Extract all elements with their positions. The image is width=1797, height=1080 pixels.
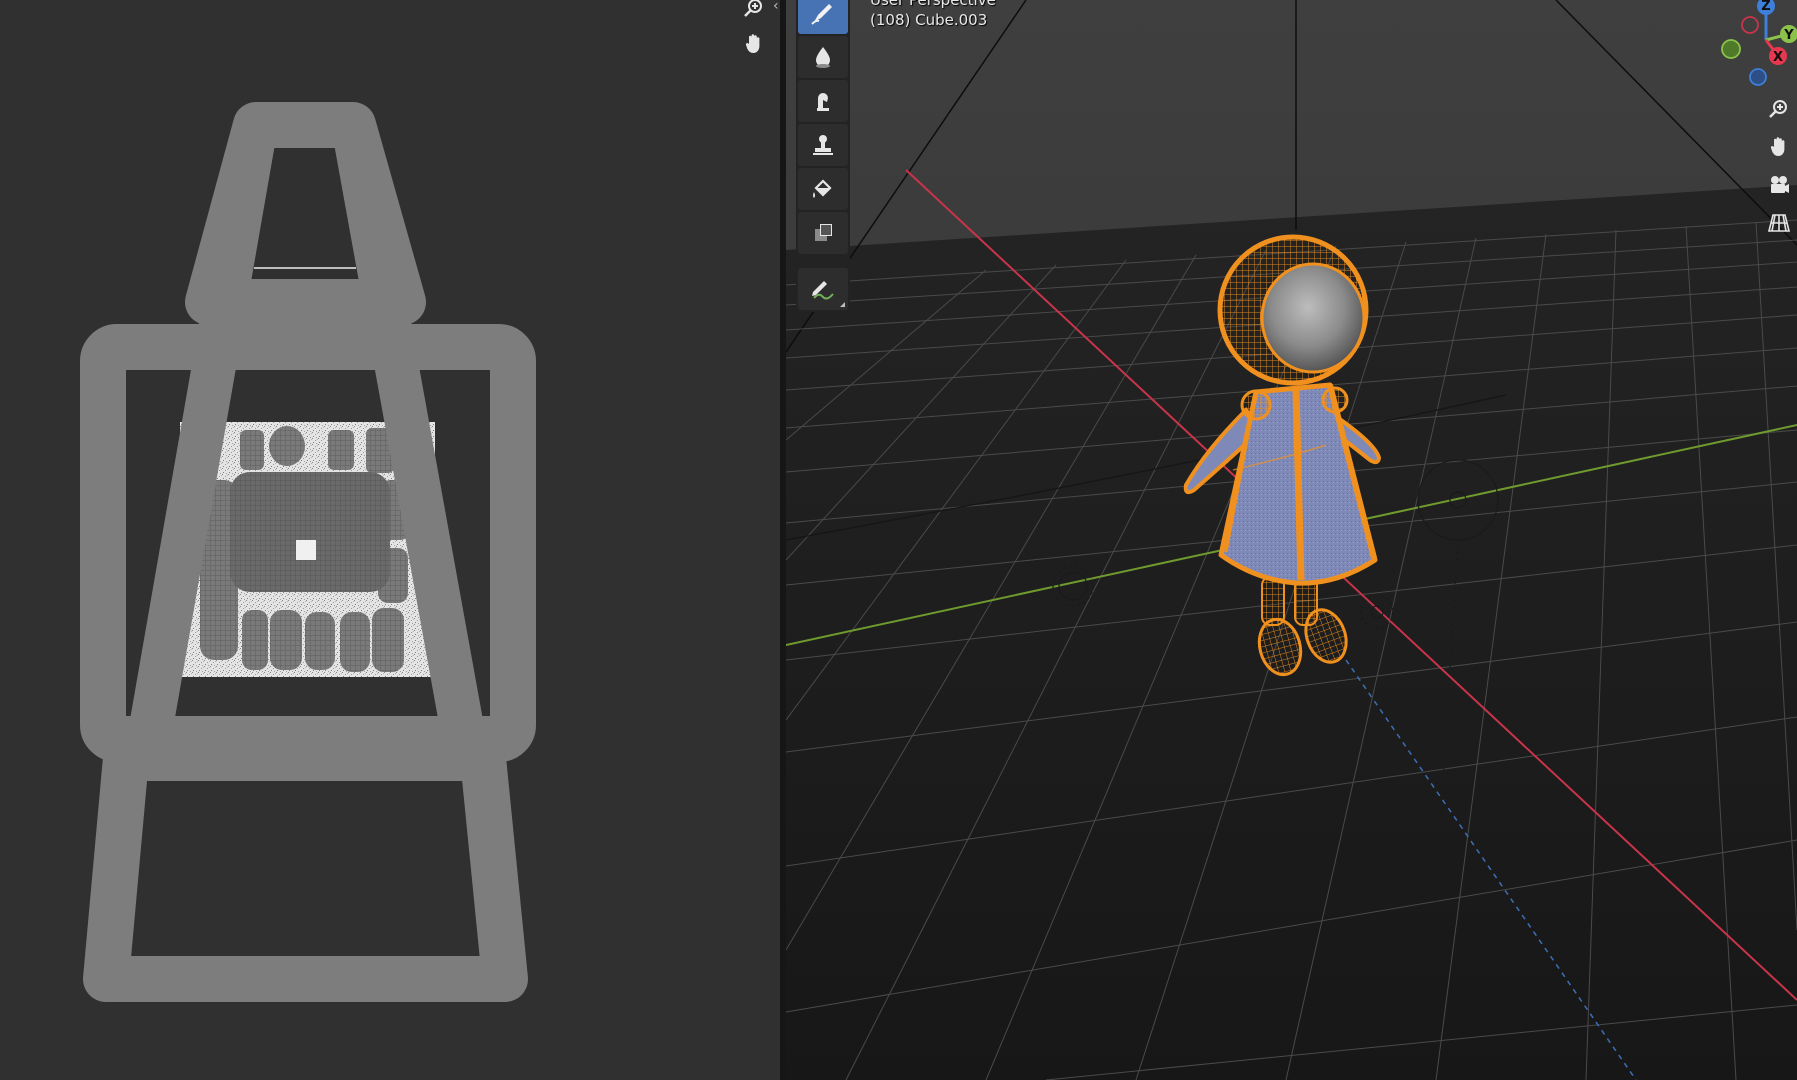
gizmo-z-label: Z: [1761, 0, 1770, 14]
view-name-label: User Perspective: [870, 0, 996, 9]
clone-stamp-icon[interactable]: [798, 124, 848, 166]
draw-brush-icon[interactable]: [798, 0, 848, 34]
tool-shelf: [796, 0, 850, 312]
zoom-icon[interactable]: [1761, 91, 1797, 127]
fill-bucket-icon[interactable]: [798, 168, 848, 210]
viewport-info-overlay: User Perspective (108) Cube.003: [870, 0, 996, 30]
smear-brush-icon[interactable]: [798, 80, 848, 122]
soften-brush-icon[interactable]: [798, 36, 848, 78]
3d-viewport[interactable]: User Perspective (108) Cube.003 Z Y X: [786, 0, 1797, 1080]
annotate-icon[interactable]: [798, 268, 848, 310]
viewport-canvas[interactable]: [786, 0, 1797, 1080]
blender-window: ‹ User Perspective (108) Cube.003 Z Y X: [0, 0, 1797, 1080]
navigation-gizmo[interactable]: Z Y X: [1687, 0, 1797, 95]
active-object-label: (108) Cube.003: [870, 11, 988, 29]
collapse-arrow-icon[interactable]: ‹: [773, 0, 780, 14]
image-editor-area[interactable]: ‹: [0, 0, 780, 1080]
hand-pan-icon[interactable]: [736, 26, 772, 62]
hand-pan-icon[interactable]: [1761, 129, 1797, 165]
mask-icon[interactable]: [798, 212, 848, 254]
camera-view-icon[interactable]: [1761, 167, 1797, 203]
uv-editor-canvas[interactable]: [0, 0, 780, 1080]
gizmo-x-label: X: [1773, 50, 1783, 65]
perspective-grid-icon[interactable]: [1761, 205, 1797, 241]
gizmo-y-label: Y: [1783, 28, 1794, 43]
